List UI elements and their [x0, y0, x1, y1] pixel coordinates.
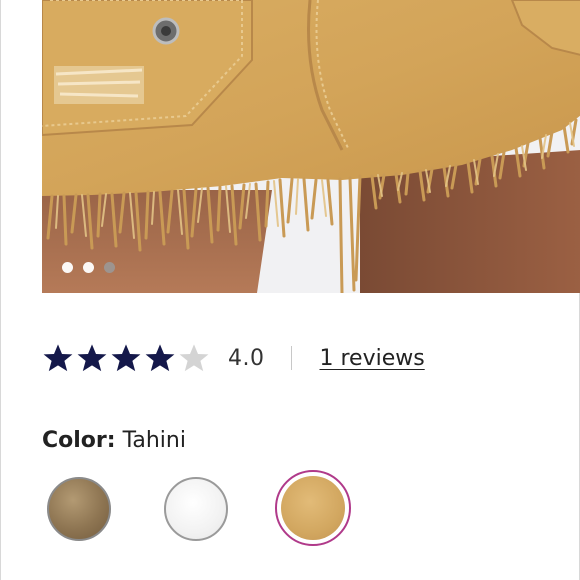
- selected-color-name: Tahini: [122, 428, 186, 453]
- star-filled-icon: [77, 344, 107, 372]
- star-rating: [42, 342, 210, 374]
- reviews-link[interactable]: 1 reviews: [320, 346, 425, 371]
- star-filled-icon: [111, 344, 141, 372]
- star-filled-icon: [43, 344, 73, 372]
- star-filled-icon: [145, 344, 175, 372]
- color-swatch-1[interactable]: [47, 477, 111, 541]
- product-detail: 4.0 1 reviews Color: Tahini: [0, 0, 580, 580]
- color-label: Color:: [42, 428, 116, 453]
- gallery-pagination: [62, 262, 115, 273]
- color-selector-label: Color: Tahini: [42, 428, 186, 453]
- gallery-dot-2[interactable]: [83, 262, 94, 273]
- star-empty-icon: [179, 344, 209, 372]
- rating-value: 4.0: [228, 345, 265, 371]
- color-swatch-2[interactable]: [164, 477, 228, 541]
- rating-row: 4.0 1 reviews: [42, 338, 425, 378]
- product-image: [42, 0, 580, 293]
- color-swatch-tahini[interactable]: [281, 476, 345, 540]
- rating-divider: [290, 346, 292, 370]
- gallery-dot-3[interactable]: [104, 262, 115, 273]
- product-image-gallery[interactable]: [42, 0, 580, 293]
- gallery-dot-1[interactable]: [62, 262, 73, 273]
